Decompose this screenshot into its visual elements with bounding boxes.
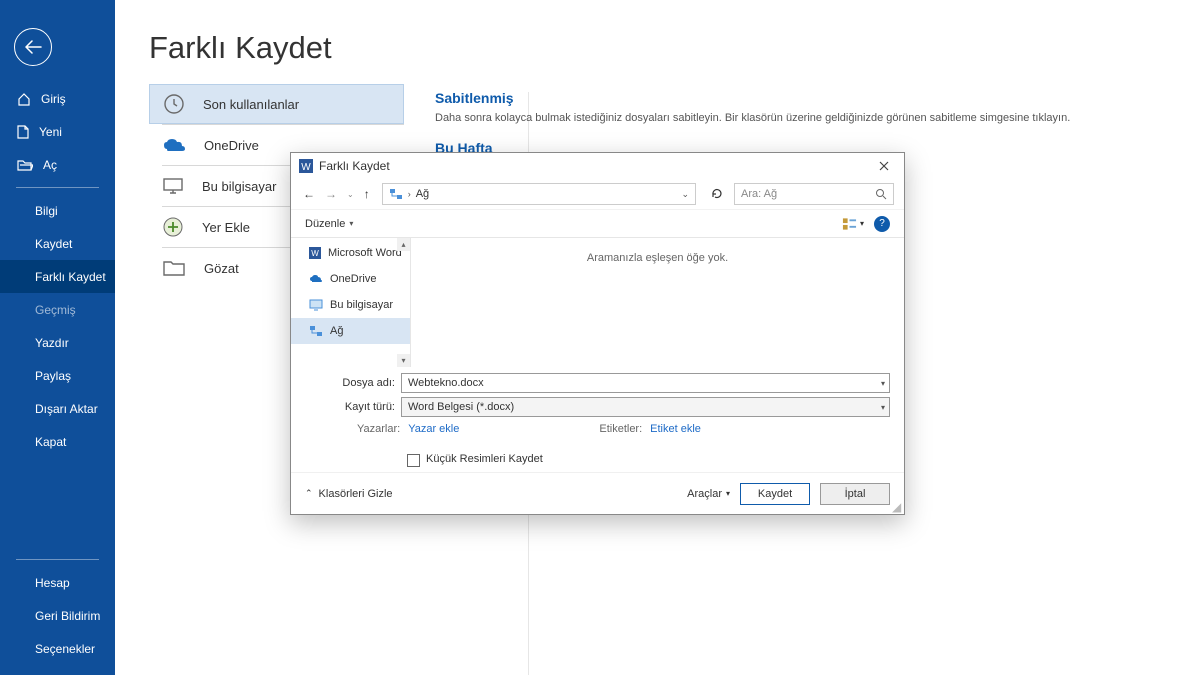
clock-icon [163,93,185,115]
save-as-dialog: W Farklı Kaydet ← → ⌄ ↑ › Ağ ⌄ Ara: Ağ D… [290,152,905,515]
sidebar-options[interactable]: Seçenekler [0,632,115,665]
help-button[interactable]: ? [874,216,890,232]
tools-menu[interactable]: Araçlar ▾ [687,488,730,500]
dialog-title: Farklı Kaydet [319,159,390,173]
cancel-button[interactable]: İptal [820,483,890,505]
close-icon [878,160,890,172]
tags-label: Etiketler: [599,423,642,435]
save-thumbnail-checkbox[interactable] [407,454,420,467]
computer-icon [162,177,184,195]
sidebar-info[interactable]: Bilgi [0,194,115,227]
svg-text:W: W [311,249,319,258]
filetype-label: Kayıt türü: [305,401,395,413]
refresh-button[interactable] [706,185,728,203]
word-app-icon: W [299,159,313,173]
nav-forward-button[interactable]: → [323,185,339,203]
filename-label: Dosya adı: [305,377,395,389]
tags-add-link[interactable]: Etiket ekle [650,423,701,435]
onedrive-icon [162,137,186,153]
tree-thispc[interactable]: Bu bilgisayar [291,292,410,318]
pinned-header: Sabitlenmiş [435,90,1170,106]
view-icon [842,217,857,231]
dialog-toolbar: Düzenle ▾ ▾ ? [291,209,904,237]
hide-folders-toggle[interactable]: ⌃ Klasörleri Gizle [305,488,393,500]
network-small-icon [309,325,323,337]
save-thumbnail-label: Küçük Resimleri Kaydet [426,453,543,466]
view-options-button[interactable]: ▾ [842,215,864,233]
sidebar-feedback[interactable]: Geri Bildirim [0,599,115,632]
sidebar-print[interactable]: Yazdır [0,326,115,359]
dialog-titlebar: W Farklı Kaydet [291,153,904,179]
chevron-down-icon[interactable]: ▾ [881,379,885,388]
add-place-icon [162,216,184,238]
sidebar-save-as[interactable]: Farklı Kaydet [0,260,115,293]
folder-icon [162,259,186,277]
chevron-down-icon[interactable]: ▾ [881,403,885,412]
folder-tree: ▴ W Microsoft Word OneDrive Bu bilgisaya… [291,238,411,367]
tree-network[interactable]: Ağ [291,318,410,344]
sidebar-close[interactable]: Kapat [0,425,115,458]
onedrive-small-icon [309,274,323,284]
sidebar-share[interactable]: Paylaş [0,359,115,392]
scroll-up-button[interactable]: ▴ [397,238,410,251]
dialog-form: Dosya adı: Webtekno.docx ▾ Kayıt türü: W… [291,367,904,475]
sidebar-export[interactable]: Dışarı Aktar [0,392,115,425]
sidebar-home[interactable]: Giriş [0,82,115,115]
sidebar-account[interactable]: Hesap [0,566,115,599]
tree-onedrive[interactable]: OneDrive [291,266,410,292]
pc-small-icon [309,299,323,311]
sidebar-new[interactable]: Yeni [0,115,115,148]
page-title: Farklı Kaydet [149,30,1200,66]
folder-open-icon [17,159,33,171]
dialog-close-button[interactable] [872,158,896,174]
refresh-icon [710,187,724,201]
svg-text:W: W [301,162,311,173]
location-recent[interactable]: Son kullanılanlar [149,84,404,124]
nav-back-button[interactable]: ← [301,185,317,203]
file-list-area: Aramanızla eşleşen öğe yok. [411,238,904,367]
chevron-up-icon: ⌃ [305,488,313,499]
document-icon [17,125,29,139]
empty-message: Aramanızla eşleşen öğe yok. [587,252,728,264]
scroll-down-button[interactable]: ▾ [397,354,410,367]
path-location: Ağ [416,188,429,200]
search-field[interactable]: Ara: Ağ [734,183,894,205]
nav-recent-dropdown[interactable]: ⌄ [345,188,356,201]
search-placeholder: Ara: Ağ [741,188,777,200]
backstage-sidebar: Giriş Yeni Aç Bilgi Kaydet Farklı Kaydet… [0,0,115,675]
filetype-select[interactable]: Word Belgesi (*.docx) ▾ [401,397,890,417]
resize-grip[interactable]: ◢ [892,502,902,512]
sidebar-history[interactable]: Geçmiş [0,293,115,326]
back-button[interactable] [14,28,52,66]
search-icon [875,188,887,200]
home-icon [17,92,31,106]
chevron-down-icon: ▾ [726,489,730,498]
sidebar-save[interactable]: Kaydet [0,227,115,260]
dialog-footer: ⌃ Klasörleri Gizle Araçlar ▾ Kaydet İpta… [291,472,904,514]
filename-input[interactable]: Webtekno.docx ▾ [401,373,890,393]
save-button[interactable]: Kaydet [740,483,810,505]
organize-menu[interactable]: Düzenle ▾ [305,218,353,230]
network-icon [389,188,403,200]
chevron-down-icon: ▾ [349,219,353,228]
nav-up-button[interactable]: ↑ [362,185,372,203]
authors-label: Yazarlar: [357,423,400,435]
pinned-description: Daha sonra kolayca bulmak istediğiniz do… [435,112,1170,124]
authors-add-link[interactable]: Yazar ekle [408,423,459,435]
address-bar[interactable]: › Ağ ⌄ [382,183,696,205]
dialog-nav: ← → ⌄ ↑ › Ağ ⌄ Ara: Ağ [291,179,904,209]
sidebar-open[interactable]: Aç [0,148,115,181]
word-icon: W [309,247,321,259]
tree-word[interactable]: W Microsoft Word [291,240,410,266]
